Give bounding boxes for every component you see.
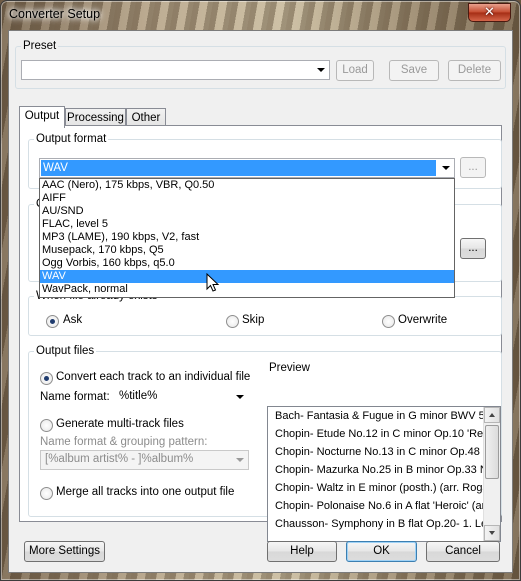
- format-option-vorbis[interactable]: Ogg Vorbis, 160 kbps, q5.0: [40, 257, 454, 270]
- list-item: Chopin- Mazurka No.25 in B minor Op.33 N…: [275, 464, 494, 476]
- window-title: Converter Setup: [9, 7, 101, 21]
- output-format-dropdown[interactable]: AAC (Nero), 175 kbps, VBR, Q0.50 AIFF AU…: [39, 178, 455, 298]
- title-bar[interactable]: Converter Setup ✕: [1, 1, 520, 31]
- delete-button[interactable]: Delete: [448, 60, 501, 81]
- merge-radio[interactable]: [40, 487, 53, 500]
- list-item: Chopin- Nocturne No.13 in C minor Op.48 …: [275, 446, 491, 458]
- format-option-flac[interactable]: FLAC, level 5: [40, 218, 454, 231]
- preset-label: Preset: [21, 40, 59, 52]
- preview-list[interactable]: Bach- Fantasia & Fugue in G minor BWV 54…: [267, 406, 501, 542]
- format-option-mp3[interactable]: MP3 (LAME), 190 kbps, V2, fast: [40, 231, 454, 244]
- more-settings-button[interactable]: More Settings: [24, 541, 105, 562]
- name-format-combo[interactable]: %title%: [114, 387, 249, 407]
- ask-label: Ask: [63, 314, 83, 326]
- preset-combo[interactable]: [21, 60, 330, 80]
- chevron-down-icon: [317, 68, 325, 72]
- scroll-thumb[interactable]: [485, 425, 499, 479]
- format-option-au[interactable]: AU/SND: [40, 205, 454, 218]
- preview-label: Preview: [269, 362, 310, 374]
- skip-radio[interactable]: [226, 315, 239, 328]
- list-item: Chopin- Etude No.12 in C minor Op.10 'Re…: [275, 428, 489, 440]
- ask-radio[interactable]: [46, 315, 59, 328]
- overwrite-label: Overwrite: [398, 314, 448, 326]
- merge-label: Merge all tracks into one output file: [56, 486, 235, 498]
- preview-scrollbar[interactable]: [483, 407, 500, 541]
- skip-label: Skip: [242, 314, 265, 326]
- save-button[interactable]: Save: [389, 60, 439, 81]
- format-option-musepack[interactable]: Musepack, 170 kbps, Q5: [40, 244, 454, 257]
- mouse-cursor-icon: [206, 273, 220, 292]
- list-item: Chausson- Symphony in B flat Op.20- 1. L…: [275, 518, 488, 530]
- chevron-down-icon: [236, 458, 244, 462]
- tab-output[interactable]: Output: [19, 106, 65, 128]
- grouping-pattern-value: [%album artist% - ]%album%: [45, 453, 194, 465]
- format-option-wavpack[interactable]: WavPack, normal: [40, 283, 454, 296]
- chevron-down-icon: [236, 395, 244, 399]
- cancel-button[interactable]: Cancel: [426, 541, 500, 562]
- arrow-up-icon: [489, 413, 495, 417]
- multitrack-radio[interactable]: [40, 419, 53, 432]
- format-option-aac[interactable]: AAC (Nero), 175 kbps, VBR, Q0.50: [40, 179, 454, 192]
- overwrite-radio[interactable]: [382, 315, 395, 328]
- arrow-down-icon: [489, 531, 495, 535]
- close-icon: ✕: [484, 4, 495, 19]
- output-format-selected: WAV: [41, 160, 436, 176]
- format-option-aiff[interactable]: AIFF: [40, 192, 454, 205]
- output-format-label: Output format: [34, 133, 109, 145]
- close-button[interactable]: ✕: [468, 3, 511, 22]
- output-files-label: Output files: [34, 345, 97, 357]
- format-option-wav[interactable]: WAV: [40, 270, 454, 283]
- grouping-pattern-combo[interactable]: [%album artist% - ]%album%: [40, 450, 249, 470]
- name-format-value: %title%: [119, 390, 158, 402]
- chevron-down-icon: [442, 166, 450, 170]
- list-item: Bach- Fantasia & Fugue in G minor BWV 54…: [275, 410, 497, 422]
- individual-file-label: Convert each track to an individual file: [56, 371, 251, 383]
- individual-file-radio[interactable]: [40, 372, 53, 385]
- load-button[interactable]: Load: [336, 60, 374, 81]
- destination-browse-button[interactable]: ...: [460, 238, 486, 259]
- list-item: Chopin- Polonaise No.6 in A flat 'Heroic…: [275, 500, 489, 512]
- name-format-label: Name format:: [40, 391, 110, 403]
- scroll-down-button[interactable]: [484, 525, 500, 541]
- output-format-combo[interactable]: WAV: [39, 158, 455, 178]
- scroll-up-button[interactable]: [484, 407, 500, 423]
- ok-button[interactable]: OK: [346, 541, 417, 562]
- help-button[interactable]: Help: [267, 541, 337, 562]
- grouping-pattern-label: Name format & grouping pattern:: [40, 436, 208, 448]
- multitrack-label: Generate multi-track files: [56, 418, 184, 430]
- output-format-settings-button[interactable]: ...: [460, 157, 486, 178]
- list-item: Chopin- Waltz in E minor (posth.) (arr. …: [275, 482, 489, 494]
- dialog-client-area: Preset Load Save Delete Output Processin…: [8, 30, 513, 573]
